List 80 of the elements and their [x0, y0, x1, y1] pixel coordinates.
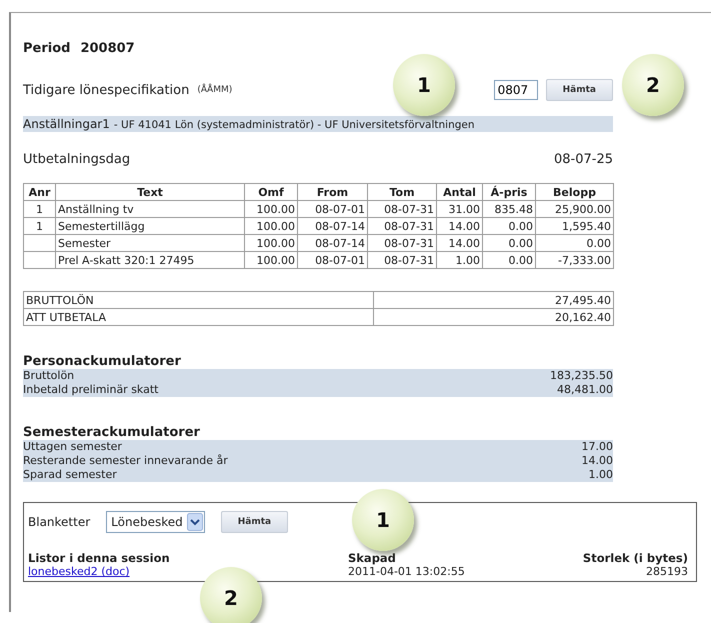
table-cell: 100.00 [244, 200, 298, 218]
column-header: Belopp [536, 184, 614, 200]
column-header: Text [56, 184, 244, 200]
accumulator-label: Uttagen semester [23, 440, 122, 454]
dropdown-caret-icon[interactable] [186, 513, 203, 531]
table-cell: 100.00 [244, 234, 298, 252]
period-label: Period [23, 41, 70, 56]
payday-value: 08-07-25 [554, 152, 613, 167]
list-column-header: Listor i denna session [28, 551, 171, 565]
total-label: BRUTTOLÖN [24, 292, 374, 308]
file-size: 285193 [645, 565, 688, 579]
table-cell: 31.00 [436, 200, 482, 218]
table-cell: 100.00 [244, 218, 298, 234]
employment-detail: - UF 41041 Lön (systemadministratör) - UF Universitetsförvaltningen [114, 119, 475, 131]
table-cell: Semestertillägg [56, 218, 244, 234]
table-cell: 14.00 [436, 218, 482, 234]
table-cell: 14.00 [436, 234, 482, 252]
column-header: Omf [244, 184, 298, 200]
section-heading: Semesterackumulatorer [23, 425, 201, 440]
column-header: Tom [368, 184, 436, 200]
table-cell: 08-07-31 [368, 234, 436, 252]
payday-label: Utbetalningsdag [23, 152, 130, 167]
table-cell [24, 234, 56, 252]
callout-badge: 2 [622, 54, 684, 116]
total-value: 27,495.40 [374, 292, 614, 308]
created-date: 2011-04-01 13:02:55 [348, 565, 466, 579]
table-cell: 1,595.40 [536, 218, 614, 234]
earlier-slip-label: Tidigare lönespecifikation [23, 82, 190, 98]
total-value: 20,162.40 [374, 308, 614, 326]
table-cell: 08-07-31 [368, 200, 436, 218]
table-cell: 08-07-14 [298, 234, 368, 252]
table-cell: 0.00 [482, 218, 536, 234]
fetch-form-button[interactable]: Hämta [220, 511, 288, 533]
fetch-button[interactable]: Hämta [546, 79, 613, 101]
column-header: From [298, 184, 368, 200]
accumulator-value: 14.00 [582, 454, 613, 468]
callout-badge: 1 [352, 489, 414, 551]
list-column-header: Skapad [348, 551, 397, 565]
accumulator-value: 183,235.50 [550, 369, 613, 383]
format-hint: (ÅÅMM) [197, 85, 232, 95]
table-cell: 835.48 [482, 200, 536, 218]
callout-badge: 2 [200, 567, 262, 623]
column-header: Anr [24, 184, 56, 200]
table-cell: 08-07-31 [368, 252, 436, 268]
table-cell [24, 252, 56, 268]
table-cell: 25,900.00 [536, 200, 614, 218]
period-value: 200807 [80, 41, 135, 56]
table-cell: 08-07-01 [298, 252, 368, 268]
table-cell: 100.00 [244, 252, 298, 268]
table-cell: Semester [56, 234, 244, 252]
form-select[interactable]: Lönebesked [106, 511, 205, 533]
accumulator-label: Resterande semester innevarande år [23, 454, 228, 468]
forms-label: Blanketter [28, 515, 90, 529]
column-header: Antal [436, 184, 482, 200]
accumulator-value: 17.00 [582, 440, 613, 454]
file-link[interactable]: lonebesked2 (doc) [28, 565, 130, 579]
period-input[interactable]: 0807 [494, 80, 538, 100]
accumulator-label: Bruttolön [23, 369, 74, 383]
accumulator-value: 48,481.00 [557, 383, 613, 397]
list-column-header: Storlek (i bytes) [582, 551, 688, 565]
table-cell: -7,333.00 [536, 252, 614, 268]
accumulator-value: 1.00 [588, 468, 613, 482]
table-cell: 0.00 [482, 252, 536, 268]
employment-title: Anställningar1 [23, 117, 110, 131]
section-heading: Personackumulatorer [23, 354, 182, 369]
table-cell: Prel A-skatt 320:1 27495 [56, 252, 244, 268]
total-label: ATT UTBETALA [24, 308, 374, 326]
table-cell: 0.00 [482, 234, 536, 252]
accumulator-label: Sparad semester [23, 468, 117, 482]
accumulator-label: Inbetald preliminär skatt [23, 383, 158, 397]
column-header: Á-pris [482, 184, 536, 200]
table-cell: 1 [24, 200, 56, 218]
table-cell: 1 [24, 218, 56, 234]
callout-badge: 1 [393, 54, 455, 116]
table-cell: 08-07-14 [298, 218, 368, 234]
table-cell: Anställning tv [56, 200, 244, 218]
table-cell: 0.00 [536, 234, 614, 252]
table-cell: 1.00 [436, 252, 482, 268]
table-cell: 08-07-31 [368, 218, 436, 234]
table-cell: 08-07-01 [298, 200, 368, 218]
